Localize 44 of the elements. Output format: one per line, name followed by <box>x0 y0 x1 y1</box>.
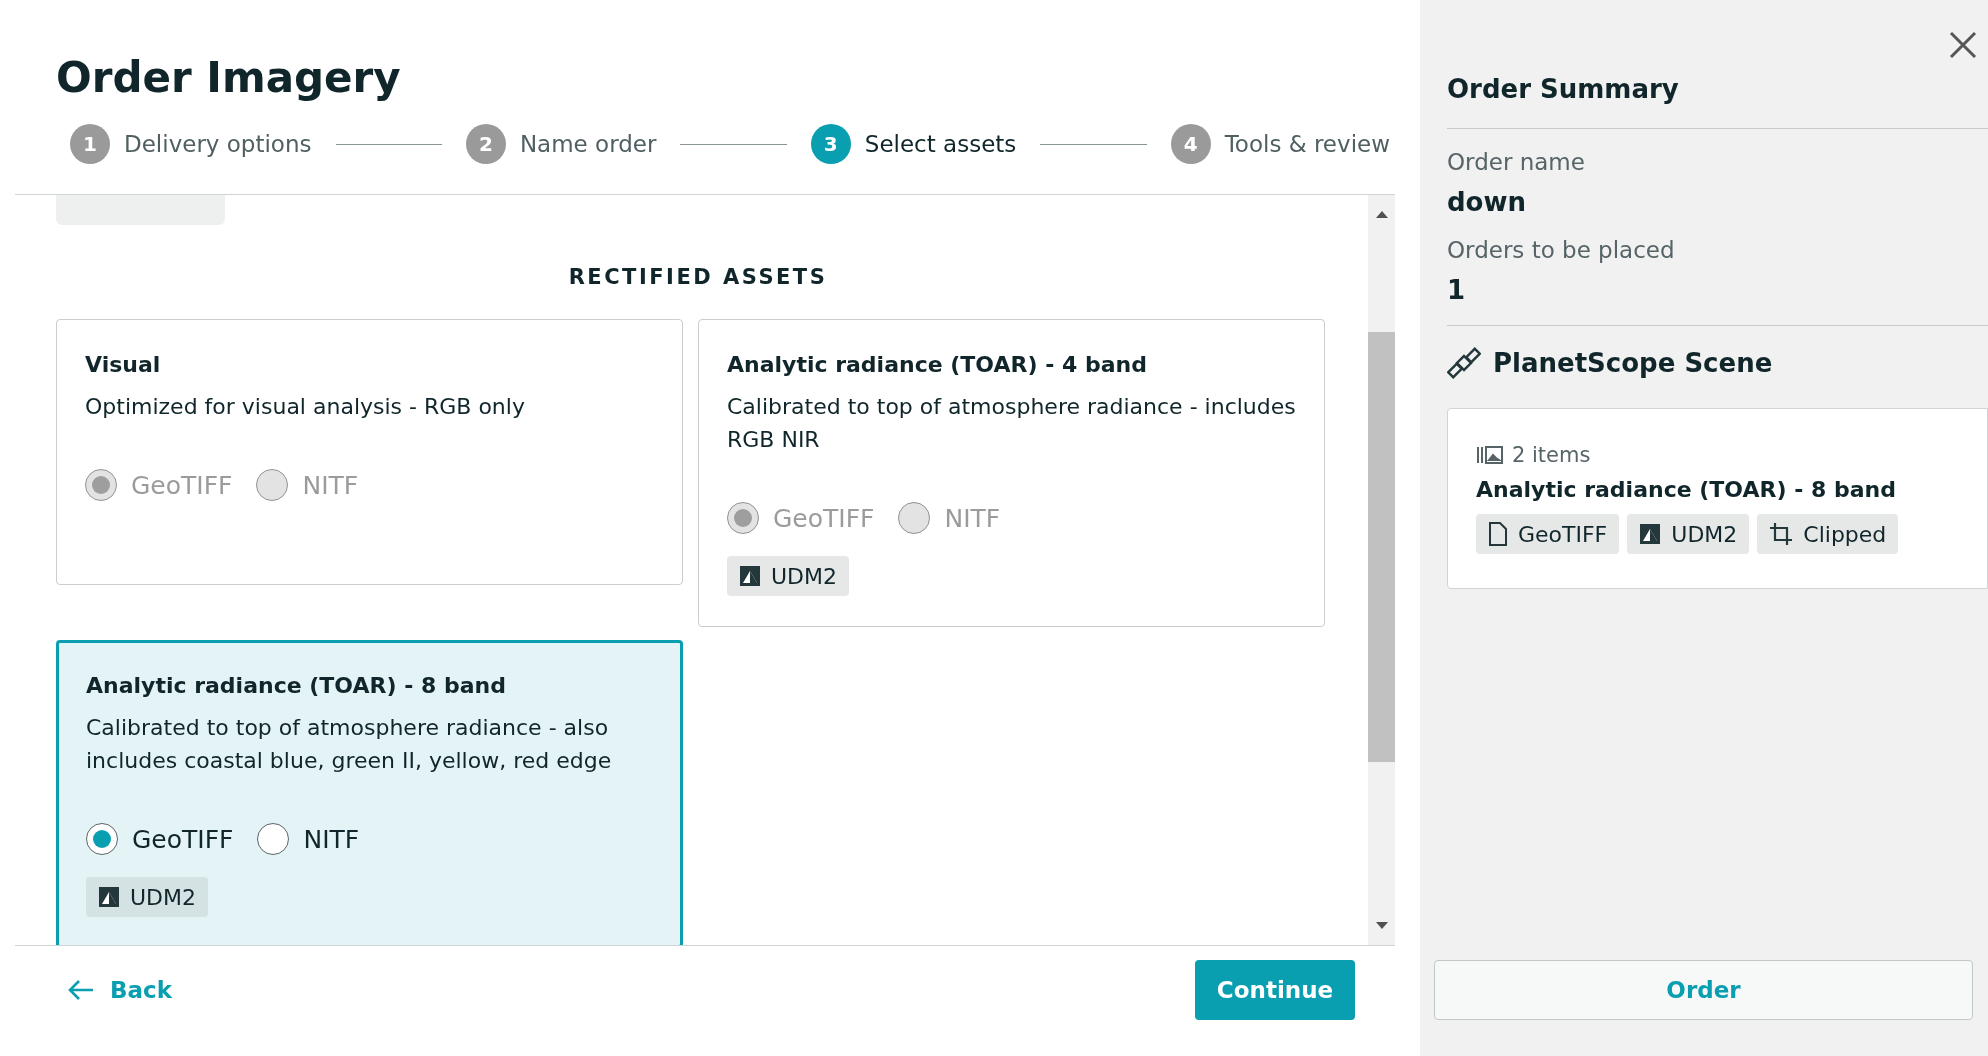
item-count: 2 items <box>1512 443 1591 467</box>
step-tab[interactable]: 1 Delivery options <box>70 124 312 164</box>
field-label: Orders to be placed <box>1447 237 1676 263</box>
asset-description: Optimized for visual analysis - RGB only <box>85 393 526 421</box>
scroll-up-icon[interactable] <box>1374 209 1389 219</box>
half-filled-square-icon <box>739 565 761 587</box>
crop-icon <box>1769 522 1794 546</box>
asset-tag: UDM2 <box>86 877 209 917</box>
field-label: Order name <box>1447 149 1586 175</box>
asset-title: Analytic radiance (TOAR) - 4 band <box>727 351 1148 379</box>
asset-tag: Clipped <box>1757 514 1899 554</box>
section-heading: RECTIFIED ASSETS <box>567 265 829 289</box>
scroll-down-icon[interactable] <box>1374 921 1389 931</box>
asset-title: Visual <box>85 351 162 379</box>
format-radio[interactable]: GeoTIFF <box>86 823 234 855</box>
close-button[interactable] <box>1948 30 1978 60</box>
asset-tag: UDM2 <box>1627 514 1750 554</box>
step-number: 4 <box>1170 124 1211 164</box>
product-title: PlanetScope Scene <box>1493 348 1773 378</box>
arrow-left-icon <box>68 979 94 1001</box>
step-number: 1 <box>70 124 110 164</box>
field-value: 1 <box>1447 275 1467 305</box>
format-radio[interactable]: NITF <box>257 823 360 855</box>
half-filled-square-icon <box>98 886 120 908</box>
step-number: 2 <box>465 124 506 164</box>
step-tab[interactable]: 2 Name order <box>465 124 657 164</box>
asset-name: Analytic radiance (TOAR) - 8 band <box>1476 477 1897 502</box>
asset-tag: GeoTIFF <box>1476 514 1620 554</box>
step-tab[interactable]: 3 Select assets <box>810 124 1017 164</box>
scrollbar[interactable] <box>1368 195 1395 945</box>
page-title: Order Imagery <box>56 52 402 104</box>
asset-description: Calibrated to top of atmosphere radiance - also includes coastal blue, green II, yellow, red edge <box>86 714 613 775</box>
satellite-icon <box>1447 346 1481 380</box>
field-value: down <box>1447 187 1527 217</box>
asset-tag: UDM2 <box>727 556 850 596</box>
asset-description: Calibrated to top of atmosphere radiance - includes RGB NIR <box>727 393 1296 454</box>
file-icon <box>1488 522 1508 546</box>
step-number: 3 <box>810 124 851 164</box>
half-filled-square-icon <box>1639 523 1662 545</box>
image-stack-icon <box>1476 445 1504 465</box>
step-tab[interactable]: 4 Tools & review <box>1170 124 1390 164</box>
asset-card[interactable]: Analytic radiance (TOAR) - 8 band Calibrated to top of atmosphere radiance - also includes coastal blue, green II, yellow, red edge GeoTIFF NITF UDM2 <box>56 640 683 945</box>
summary-title: Order Summary <box>1447 74 1988 129</box>
asset-title: Analytic radiance (TOAR) - 8 band <box>86 672 507 700</box>
